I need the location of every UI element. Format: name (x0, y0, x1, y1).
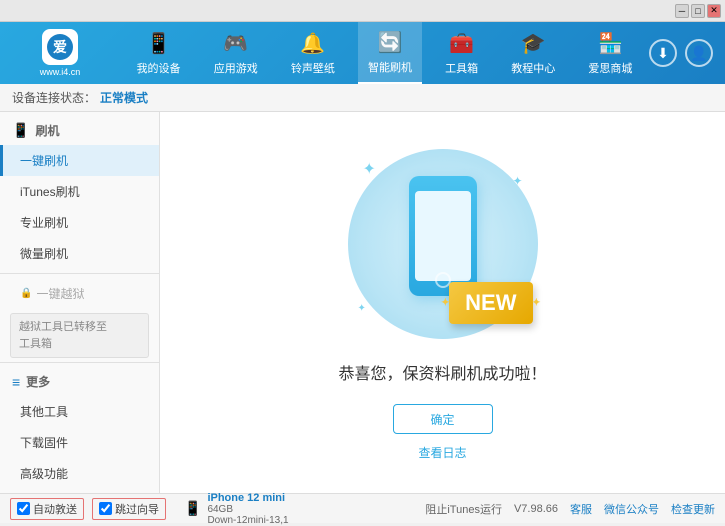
svg-text:爱: 爱 (53, 39, 67, 55)
sidebar-item-pro-flash[interactable]: 专业刷机 (0, 207, 159, 238)
flash-section-label: 刷机 (35, 122, 59, 139)
flash-section-icon: 📱 (12, 122, 29, 139)
sidebar-section-flash: 📱 刷机 (0, 116, 159, 145)
mall-icon: 🏪 (598, 31, 623, 56)
nav-smart-flash-label: 智能刷机 (368, 59, 412, 75)
nav-my-device-label: 我的设备 (137, 60, 181, 76)
header: 爱 www.i4.cn 📱 我的设备 🎮 应用游戏 🔔 铃声壁纸 🔄 智能刷机 … (0, 22, 725, 84)
account-button[interactable]: 👤 (685, 39, 713, 67)
bottom-left: 自动敦送 跳过向导 📱 iPhone 12 mini 64GB Down-12m… (10, 492, 425, 526)
sparkle-3: ✦ (358, 303, 366, 314)
logo-url: www.i4.cn (40, 67, 81, 77)
download-button[interactable]: ⬇ (649, 39, 677, 67)
nav-right: ⬇ 👤 (649, 39, 725, 67)
nav-items: 📱 我的设备 🎮 应用游戏 🔔 铃声壁纸 🔄 智能刷机 🧰 工具箱 🎓 教程中心… (120, 22, 649, 84)
nav-mall[interactable]: 🏪 爱思商城 (578, 22, 642, 84)
itunes-status: 阻止iTunes运行 (425, 501, 502, 517)
tutorial-icon: 🎓 (521, 31, 546, 56)
auto-flash-checkbox[interactable]: 自动敦送 (10, 498, 84, 520)
bottom-right: 阻止iTunes运行 V7.98.66 客服 微信公众号 检查更新 (425, 501, 715, 517)
sidebar-item-micro-flash[interactable]: 微量刷机 (0, 238, 159, 269)
title-bar: ─ □ ✕ (0, 0, 725, 22)
update-link[interactable]: 检查更新 (671, 501, 715, 517)
success-title: 恭喜您，保资料刷机成功啦！ (338, 360, 546, 384)
phone-home-button (435, 272, 451, 288)
ringtones-icon: 🔔 (300, 31, 325, 56)
sidebar-item-advanced[interactable]: 高级功能 (0, 458, 159, 489)
sparkle-2: ✦ (512, 174, 522, 188)
sidebar-divider-1 (0, 273, 159, 274)
more-section-label: 更多 (26, 373, 50, 390)
device-icon: 📱 (184, 500, 201, 517)
nav-toolbox-label: 工具箱 (445, 60, 478, 76)
auto-flash-label: 自动敦送 (33, 501, 77, 517)
sidebar-section-more: ≡ 更多 (0, 367, 159, 396)
jailbreak-label: 一键越狱 (36, 285, 84, 302)
device-storage: 64GB (207, 504, 288, 515)
nav-smart-flash[interactable]: 🔄 智能刷机 (358, 22, 422, 84)
phone-screen (415, 191, 471, 281)
sidebar: 📱 刷机 一键刷机 iTunes刷机 专业刷机 微量刷机 🔒 一键越狱 越狱工具… (0, 112, 160, 493)
status-value: 正常模式 (100, 89, 148, 106)
wechat-link[interactable]: 微信公众号 (604, 501, 659, 517)
jailbreak-note: 越狱工具已转移至工具箱 (10, 313, 149, 358)
sidebar-item-other-tools[interactable]: 其他工具 (0, 396, 159, 427)
status-bar: 设备连接状态： 正常模式 (0, 84, 725, 112)
smart-flash-icon: 🔄 (378, 30, 403, 55)
phone-graphic (409, 176, 477, 296)
version-label: V7.98.66 (514, 503, 558, 515)
daily-log-link[interactable]: 查看日志 (418, 444, 466, 461)
nav-toolbox[interactable]: 🧰 工具箱 (435, 22, 488, 84)
logo-icon: 爱 (42, 29, 78, 65)
sidebar-item-itunes-flash[interactable]: iTunes刷机 (0, 176, 159, 207)
device-version: Down-12mini-13,1 (207, 515, 288, 526)
status-label: 设备连接状态： (12, 89, 96, 106)
main-layout: 📱 刷机 一键刷机 iTunes刷机 专业刷机 微量刷机 🔒 一键越狱 越狱工具… (0, 112, 725, 493)
success-graphic: ✦ ✦ ✦ NEW (343, 144, 543, 344)
device-info: 📱 iPhone 12 mini 64GB Down-12mini-13,1 (184, 492, 289, 526)
content-area: ✦ ✦ ✦ NEW 恭喜您，保资料刷机成功啦！ 确定 查看日志 (160, 112, 725, 493)
confirm-button[interactable]: 确定 (393, 404, 493, 434)
service-link[interactable]: 客服 (570, 501, 592, 517)
maximize-button[interactable]: □ (691, 4, 705, 18)
nav-tutorial[interactable]: 🎓 教程中心 (501, 22, 565, 84)
close-button[interactable]: ✕ (707, 4, 721, 18)
new-badge: NEW (449, 282, 532, 324)
nav-apps-games[interactable]: 🎮 应用游戏 (204, 22, 268, 84)
skip-wizard-label: 跳过向导 (115, 501, 159, 517)
minimize-button[interactable]: ─ (675, 4, 689, 18)
new-ribbon-text: NEW (449, 282, 532, 324)
device-details: iPhone 12 mini 64GB Down-12mini-13,1 (207, 492, 288, 526)
sidebar-item-one-click-flash[interactable]: 一键刷机 (0, 145, 159, 176)
sidebar-divider-2 (0, 362, 159, 363)
auto-flash-input[interactable] (17, 502, 30, 515)
skip-wizard-checkbox[interactable]: 跳过向导 (92, 498, 166, 520)
apps-games-icon: 🎮 (223, 31, 248, 56)
sparkle-1: ✦ (363, 159, 376, 179)
nav-tutorial-label: 教程中心 (511, 60, 555, 76)
nav-mall-label: 爱思商城 (588, 60, 632, 76)
nav-my-device[interactable]: 📱 我的设备 (127, 22, 191, 84)
sidebar-section-jailbreak: 🔒 一键越狱 (0, 278, 159, 309)
more-section-icon: ≡ (12, 374, 20, 390)
my-device-icon: 📱 (146, 31, 171, 56)
sidebar-item-download-firmware[interactable]: 下载固件 (0, 427, 159, 458)
toolbox-icon: 🧰 (449, 31, 474, 56)
skip-wizard-input[interactable] (99, 502, 112, 515)
nav-ringtones-label: 铃声壁纸 (291, 60, 335, 76)
device-name: iPhone 12 mini (207, 492, 288, 504)
nav-ringtones[interactable]: 🔔 铃声壁纸 (281, 22, 345, 84)
nav-apps-games-label: 应用游戏 (214, 60, 258, 76)
bottom-bar: 自动敦送 跳过向导 📱 iPhone 12 mini 64GB Down-12m… (0, 493, 725, 523)
lock-icon: 🔒 (20, 288, 32, 299)
logo-area: 爱 www.i4.cn (0, 29, 120, 77)
